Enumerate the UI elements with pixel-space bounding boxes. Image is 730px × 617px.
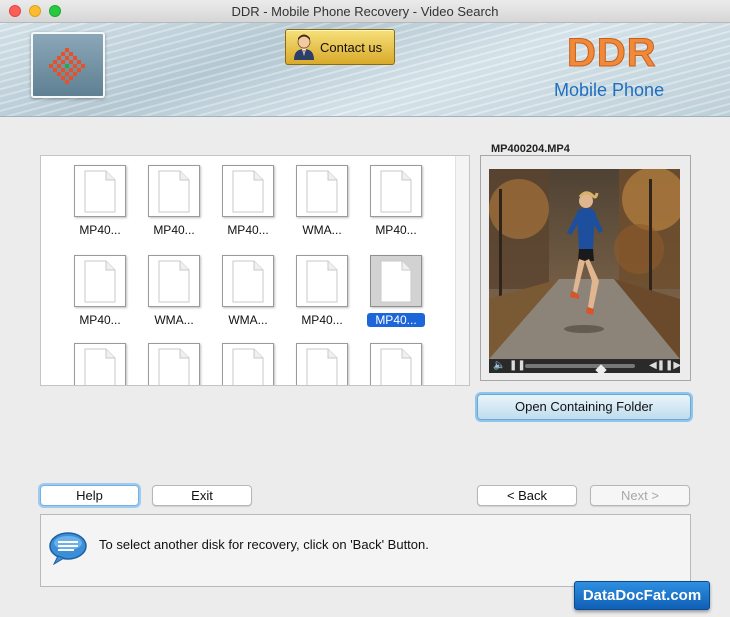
file-name: WMA... bbox=[302, 223, 342, 237]
support-person-icon bbox=[294, 34, 314, 60]
window-title: DDR - Mobile Phone Recovery - Video Sear… bbox=[231, 4, 499, 19]
file-thumbnail bbox=[296, 343, 348, 385]
file-name: MP40... bbox=[227, 223, 269, 237]
file-thumbnail bbox=[370, 255, 422, 307]
file-thumbnail bbox=[370, 165, 422, 217]
header-banner: Contact us DDR Mobile Phone bbox=[0, 23, 730, 117]
file-name: MP40... bbox=[153, 223, 195, 237]
contact-us-button[interactable]: Contact us bbox=[285, 29, 395, 65]
video-preview[interactable] bbox=[489, 169, 680, 359]
video-controls: 🔈 ❚❚ ◀❚ ❚▶ bbox=[489, 359, 681, 376]
checker-logo-icon bbox=[49, 48, 85, 84]
file-item[interactable]: MP40... bbox=[359, 165, 433, 249]
pause-icon[interactable]: ❚❚ bbox=[509, 359, 526, 373]
blank-document-icon bbox=[84, 170, 116, 213]
rewind-icon[interactable]: ◀❚ bbox=[649, 359, 665, 373]
file-grid[interactable]: MP40... MP40... MP40... WMA... MP40... MP40..… bbox=[40, 155, 470, 386]
file-item[interactable] bbox=[137, 343, 211, 385]
file-thumbnail bbox=[222, 343, 274, 385]
blank-document-icon bbox=[84, 260, 116, 303]
file-item[interactable]: MP40... bbox=[137, 165, 211, 249]
back-button[interactable]: < Back bbox=[477, 485, 577, 506]
status-message: To select another disk for recovery, cli… bbox=[99, 537, 429, 552]
file-thumbnail bbox=[296, 165, 348, 217]
blank-document-icon bbox=[158, 348, 190, 385]
file-name: MP40... bbox=[375, 223, 417, 237]
file-name: MP40... bbox=[367, 313, 425, 327]
speech-bubble-icon bbox=[49, 532, 87, 565]
file-thumbnail bbox=[74, 343, 126, 385]
file-item[interactable]: MP40... bbox=[63, 255, 137, 339]
app-logo bbox=[31, 32, 105, 98]
blank-document-icon bbox=[306, 260, 338, 303]
file-thumbnail bbox=[148, 343, 200, 385]
title-bar: DDR - Mobile Phone Recovery - Video Sear… bbox=[0, 0, 730, 23]
blank-document-icon bbox=[380, 170, 412, 213]
preview-filename: MP400204.MP4 bbox=[487, 143, 574, 155]
file-name: MP40... bbox=[79, 223, 121, 237]
blank-document-icon bbox=[232, 348, 264, 385]
watermark-badge: DataDocFat.com bbox=[574, 581, 710, 610]
file-item[interactable]: MP40... bbox=[285, 255, 359, 339]
blank-document-icon bbox=[232, 260, 264, 303]
blank-document-icon bbox=[232, 170, 264, 213]
brand-title: DDR bbox=[567, 31, 657, 76]
file-item[interactable]: MP40... bbox=[63, 165, 137, 249]
brand-subtitle: Mobile Phone bbox=[554, 80, 665, 100]
blank-document-icon bbox=[158, 260, 190, 303]
file-item[interactable]: WMA... bbox=[211, 255, 285, 339]
file-item[interactable] bbox=[211, 343, 285, 385]
seek-bar[interactable] bbox=[525, 364, 635, 376]
file-thumbnail bbox=[148, 255, 200, 307]
next-button[interactable]: Next > bbox=[590, 485, 690, 506]
file-item[interactable] bbox=[359, 343, 433, 385]
file-name: WMA... bbox=[154, 313, 194, 327]
grid-scrollbar[interactable] bbox=[455, 156, 469, 385]
file-item[interactable]: WMA... bbox=[285, 165, 359, 249]
file-name: MP40... bbox=[79, 313, 121, 327]
help-button[interactable]: Help bbox=[40, 485, 139, 506]
file-thumbnail bbox=[74, 255, 126, 307]
file-thumbnail bbox=[370, 343, 422, 385]
open-containing-folder-button[interactable]: Open Containing Folder bbox=[477, 394, 691, 420]
file-thumbnail bbox=[74, 165, 126, 217]
file-item[interactable]: MP40... bbox=[211, 165, 285, 249]
file-item[interactable] bbox=[285, 343, 359, 385]
blank-document-icon bbox=[380, 348, 412, 385]
file-thumbnail bbox=[222, 255, 274, 307]
video-frame-image bbox=[489, 169, 680, 359]
blank-document-icon bbox=[380, 260, 412, 303]
file-thumbnail bbox=[296, 255, 348, 307]
contact-us-label: Contact us bbox=[320, 40, 383, 55]
file-item[interactable] bbox=[63, 343, 137, 385]
volume-icon[interactable]: 🔈 bbox=[493, 359, 505, 373]
file-item[interactable]: MP40... bbox=[359, 255, 433, 339]
blank-document-icon bbox=[84, 348, 116, 385]
file-name: MP40... bbox=[301, 313, 343, 327]
blank-document-icon bbox=[158, 170, 190, 213]
file-thumbnail bbox=[148, 165, 200, 217]
forward-icon[interactable]: ❚▶ bbox=[665, 359, 681, 373]
file-item[interactable]: WMA... bbox=[137, 255, 211, 339]
file-thumbnail bbox=[222, 165, 274, 217]
blank-document-icon bbox=[306, 348, 338, 385]
blank-document-icon bbox=[306, 170, 338, 213]
exit-button[interactable]: Exit bbox=[152, 485, 252, 506]
file-name: WMA... bbox=[228, 313, 268, 327]
